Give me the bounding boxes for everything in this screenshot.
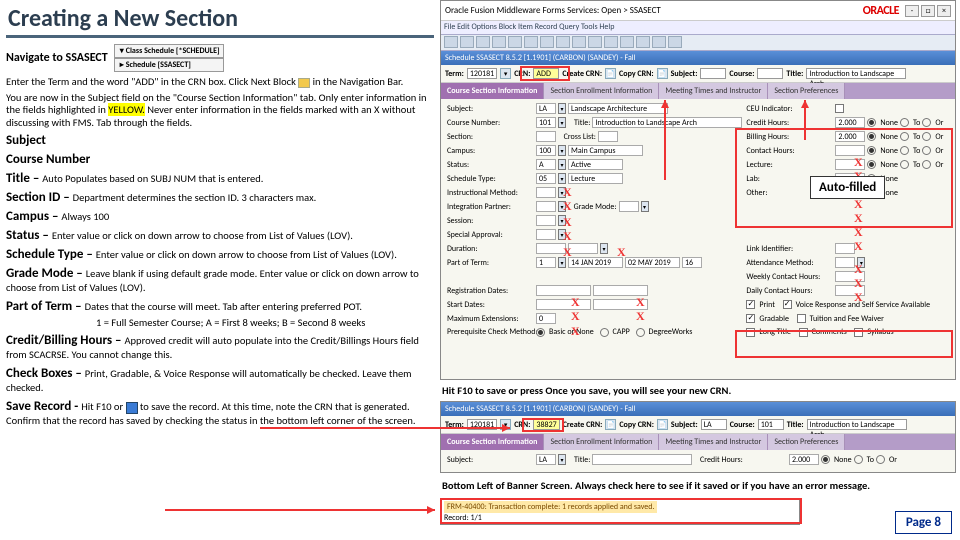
page-number: Page 8 (895, 511, 952, 534)
status-bar-shot: FRM-40400: Transaction complete: 1 recor… (440, 498, 800, 525)
copy-crn-button[interactable]: 📄 (657, 68, 668, 79)
crn-field[interactable]: ADD (533, 68, 559, 79)
intpart-input[interactable] (536, 201, 556, 212)
oracle-logo: ORACLE (863, 4, 899, 18)
field-coursenum: Course Number (6, 152, 90, 167)
specapproval-input[interactable] (536, 229, 556, 240)
crn-saved-field[interactable]: 38827 (533, 419, 559, 430)
min-button[interactable]: - (905, 5, 919, 17)
field-pot: Part of Term – (6, 299, 85, 314)
intro-para-2: You are now in the Subject field on the … (6, 92, 434, 130)
print-checkbox[interactable] (746, 300, 755, 309)
session-input[interactable] (536, 215, 556, 226)
crosslist-input[interactable] (598, 131, 618, 142)
field-checks: Check Boxes – (6, 366, 85, 381)
status-message: FRM-40400: Transaction complete: 1 recor… (444, 501, 657, 513)
create-crn-button[interactable]: 📄 (605, 68, 616, 79)
tab-meeting-times[interactable]: Meeting Times and Instructor (659, 83, 768, 99)
toolbar[interactable] (441, 35, 955, 51)
credit-none-radio[interactable] (867, 118, 876, 127)
term-field[interactable]: 120181 (467, 68, 497, 79)
bottom-hint: Bottom Left of Banner Screen. Always che… (442, 479, 958, 492)
field-credit: Credit/Billing Hours – (6, 333, 124, 348)
campus-lov[interactable]: ▾ (558, 145, 566, 156)
tab-enrollment-info[interactable]: Section Enrollment Information (544, 83, 659, 99)
coursenum-lov[interactable]: ▾ (558, 117, 566, 128)
field-sched: Schedule Type – (6, 247, 96, 262)
page-title: Creating a New Section (6, 4, 434, 38)
prereq-dw-radio[interactable] (636, 328, 645, 337)
duration-input[interactable] (536, 243, 566, 254)
term-lov-button[interactable]: ▾ (500, 68, 511, 79)
key-block: Term:120181▾ CRN:ADD Create CRN:📄 Copy C… (441, 65, 955, 83)
campus-input[interactable]: 100 (536, 145, 556, 156)
window-title: Oracle Fusion Middleware Forms Services:… (445, 5, 661, 16)
key-title-field[interactable]: Introduction to Landscape Arch (806, 68, 906, 79)
grademode-input[interactable] (619, 201, 639, 212)
field-subject: Subject (6, 133, 46, 148)
grademode-lov[interactable]: ▾ (641, 201, 649, 212)
pot-input[interactable]: 1 (536, 257, 556, 268)
status-lov[interactable]: ▾ (558, 159, 566, 170)
syllabus-checkbox[interactable] (854, 328, 863, 337)
nav-path: ▾Class Schedule [*SCHEDULE] ▸Schedule [S… (114, 44, 224, 72)
title-input[interactable]: Introduction to Landscape Arch (592, 117, 742, 128)
instmethod-input[interactable] (536, 187, 556, 198)
field-grade: Grade Mode – (6, 266, 86, 281)
credit-input[interactable]: 2.000 (835, 117, 865, 128)
section-input[interactable] (536, 131, 556, 142)
sched-lov[interactable]: ▾ (558, 173, 566, 184)
max-button[interactable]: □ (921, 5, 935, 17)
tabs: Course Section Information Section Enrol… (441, 83, 955, 99)
autofilled-callout: Auto-filled (810, 176, 885, 199)
ceu-checkbox[interactable] (835, 104, 844, 113)
billing-input[interactable]: 2.000 (835, 131, 865, 142)
tab-section-prefs[interactable]: Section Preferences (768, 83, 845, 99)
close-button[interactable]: × (937, 5, 951, 17)
form-body: Subject: LA▾Landscape Architecture CEU I… (441, 99, 955, 379)
linkid-input[interactable] (835, 243, 855, 254)
oracle-screenshot-saved: Schedule SSASECT 8.5.2 [1.1901] (CARBON)… (440, 401, 956, 473)
field-section: Section ID – (6, 190, 73, 205)
prereq-capp-radio[interactable] (600, 328, 609, 337)
voice-checkbox[interactable] (783, 300, 792, 309)
form-header-2: Schedule SSASECT 8.5.2 [1.1901] (CARBON)… (441, 402, 955, 416)
field-save: Save Record - (6, 399, 81, 414)
f10-hint: Hit F10 to save or press Once you save, … (442, 384, 958, 397)
menu-bar[interactable]: File Edit Options Block Item Record Quer… (441, 21, 955, 35)
tuition-checkbox[interactable] (797, 314, 806, 323)
regdate-from[interactable] (536, 285, 591, 296)
form-header: Schedule SSASECT 8.5.2 [1.1901] (CARBON)… (441, 51, 955, 65)
key-subject-field[interactable] (700, 68, 726, 79)
longtitle-checkbox[interactable] (746, 328, 755, 337)
gradable-checkbox[interactable] (746, 314, 755, 323)
maxext-input[interactable]: 0 (536, 313, 556, 324)
intro-para-1: Enter the Term and the word "ADD" in the… (6, 76, 434, 89)
field-title: Title – (6, 171, 42, 186)
attmethod-input[interactable] (835, 257, 855, 268)
next-block-icon (298, 78, 310, 88)
save-icon (126, 402, 138, 414)
navigate-label: Navigate to SSASECT (6, 51, 108, 65)
startdate-from[interactable] (536, 299, 591, 310)
sched-input[interactable]: 05 (536, 173, 556, 184)
coursenum-input[interactable]: 101 (536, 117, 556, 128)
tab-course-section-info[interactable]: Course Section Information (441, 83, 544, 99)
prereq-basic-radio[interactable] (536, 328, 545, 337)
pot-subdesc: 1 = Full Semester Course; A = First 8 we… (96, 316, 434, 329)
record-indicator: Record: 1/1 (444, 513, 482, 523)
key-course-field[interactable] (757, 68, 783, 79)
subject-input[interactable]: LA (536, 103, 556, 114)
status-input[interactable]: A (536, 159, 556, 170)
field-campus: Campus – (6, 209, 61, 224)
comments-checkbox[interactable] (799, 328, 808, 337)
subject-lov[interactable]: ▾ (558, 103, 566, 114)
field-status: Status – (6, 228, 52, 243)
